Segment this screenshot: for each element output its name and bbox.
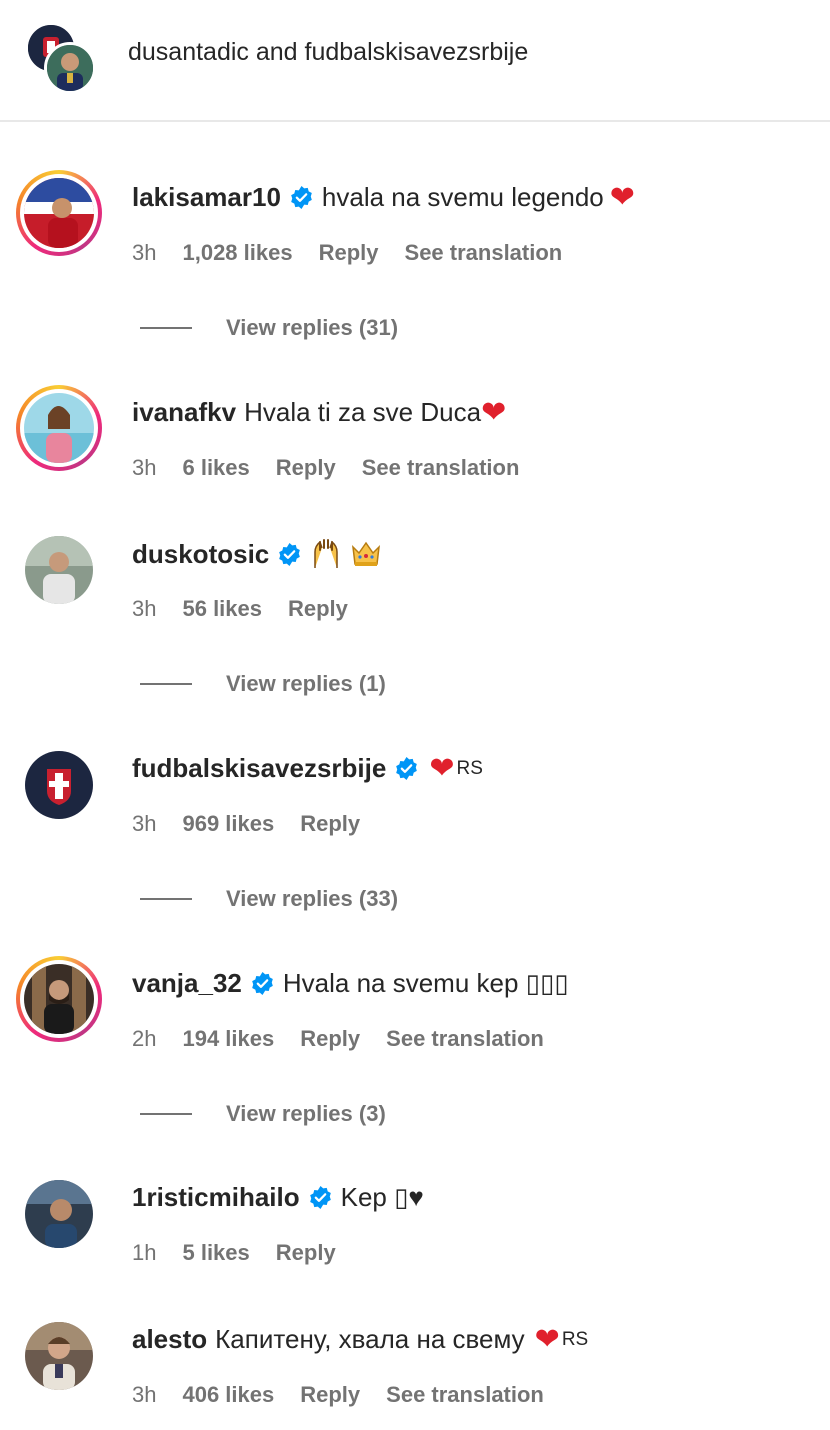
reply-button[interactable]: Reply: [276, 455, 336, 481]
crown-emoji-icon: [352, 541, 381, 566]
comment-meta: 1h 5 likes Reply: [132, 1240, 362, 1266]
comment-username[interactable]: alesto: [132, 1324, 207, 1355]
reply-button[interactable]: Reply: [276, 1240, 336, 1266]
comment-likes[interactable]: 5 likes: [182, 1240, 249, 1266]
view-replies-label: View replies (1): [226, 671, 386, 696]
comment-time[interactable]: 3h: [132, 455, 156, 481]
raising-hands-emoji-icon: [314, 539, 338, 568]
comment-time[interactable]: 1h: [132, 1240, 156, 1266]
reply-button[interactable]: Reply: [300, 811, 360, 837]
comment-likes[interactable]: 56 likes: [182, 596, 262, 622]
comment-meta: 3h 406 likes Reply See translation: [132, 1382, 570, 1408]
avatar: [24, 964, 94, 1034]
comment-username[interactable]: ivanafkv: [132, 397, 236, 428]
verified-badge-icon: [291, 186, 312, 209]
avatar-story-ring[interactable]: [16, 385, 102, 471]
view-replies-button[interactable]: View replies (3): [140, 1101, 386, 1127]
comment-likes[interactable]: 406 likes: [182, 1382, 274, 1408]
verified-badge-icon: [279, 542, 301, 566]
flag-rs: RS: [561, 1328, 589, 1350]
comment-likes[interactable]: 194 likes: [182, 1026, 274, 1052]
view-replies-label: View replies (3): [226, 1101, 386, 1126]
see-translation-button[interactable]: See translation: [386, 1026, 544, 1052]
comment-meta: 3h 969 likes Reply: [132, 811, 386, 837]
comment-username[interactable]: fudbalskisavezsrbije: [132, 753, 386, 784]
reply-button[interactable]: Reply: [288, 596, 348, 622]
comment-time[interactable]: 3h: [132, 596, 156, 622]
post-header: dusantadic and fudbalskisavezsrbije: [0, 0, 830, 122]
verified-badge-icon: [396, 757, 418, 780]
comment-likes[interactable]: 1,028 likes: [182, 240, 292, 266]
comment-likes[interactable]: 6 likes: [182, 455, 249, 481]
heart-emoji-icon: ❤: [609, 180, 635, 214]
comment-time[interactable]: 3h: [132, 1382, 156, 1408]
view-replies-button[interactable]: View replies (33): [140, 886, 398, 912]
avatar[interactable]: [25, 751, 93, 819]
see-translation-button[interactable]: See translation: [386, 1382, 544, 1408]
comment-meta: 3h 1,028 likes Reply See translation: [132, 240, 588, 266]
view-replies-button[interactable]: View replies (31): [140, 315, 398, 341]
comment-meta: 2h 194 likes Reply See translation: [132, 1026, 570, 1052]
comment-username[interactable]: vanja_32: [132, 968, 242, 999]
post-authors[interactable]: dusantadic and fudbalskisavezsrbije: [128, 38, 528, 67]
replies-divider: [140, 898, 192, 900]
comment-text: Hvala na svemu kep ▯▯▯: [282, 968, 569, 998]
replies-divider: [140, 1113, 192, 1115]
view-replies-label: View replies (33): [226, 886, 399, 911]
avatar: [24, 393, 94, 463]
avatar-story-ring[interactable]: [16, 956, 102, 1042]
comment-text: Kep ▯♥: [340, 1182, 424, 1212]
replies-divider: [140, 683, 192, 685]
heart-emoji-icon: ❤: [429, 751, 455, 785]
heart-emoji-icon: ❤: [481, 395, 507, 429]
comment-username[interactable]: 1risticmihailo: [132, 1182, 300, 1213]
avatar[interactable]: [25, 1180, 93, 1248]
replies-divider: [140, 327, 192, 329]
comment-username[interactable]: duskotosic: [132, 539, 269, 570]
avatar[interactable]: [25, 536, 93, 604]
comment-time[interactable]: 3h: [132, 811, 156, 837]
heart-emoji-icon: ❤: [534, 1322, 560, 1356]
reply-button[interactable]: Reply: [319, 240, 379, 266]
comment-likes[interactable]: 969 likes: [182, 811, 274, 837]
see-translation-button[interactable]: See translation: [405, 240, 563, 266]
comment-time[interactable]: 3h: [132, 240, 156, 266]
comment-text: Hvala ti za sve Duca: [244, 397, 482, 427]
comment-time[interactable]: 2h: [132, 1026, 156, 1052]
comment-meta: 3h 56 likes Reply: [132, 596, 374, 622]
see-translation-button[interactable]: See translation: [362, 455, 520, 481]
comment-text: hvala na svemu legendo: [321, 182, 604, 212]
verified-badge-icon: [252, 972, 273, 995]
reply-button[interactable]: Reply: [300, 1026, 360, 1052]
reply-button[interactable]: Reply: [300, 1382, 360, 1408]
avatar-story-ring[interactable]: [16, 170, 102, 256]
comment-meta: 3h 6 likes Reply See translation: [132, 455, 545, 481]
view-replies-label: View replies (31): [226, 315, 399, 340]
avatar: [24, 178, 94, 248]
comment-text: Капитену, хвала на свему: [215, 1324, 525, 1354]
avatar-dusantadic[interactable]: [44, 42, 96, 94]
comment-username[interactable]: lakisamar10: [132, 182, 281, 213]
view-replies-button[interactable]: View replies (1): [140, 671, 386, 697]
avatar[interactable]: [25, 1322, 93, 1390]
flag-rs: RS: [456, 757, 483, 779]
verified-badge-icon: [309, 1186, 331, 1209]
